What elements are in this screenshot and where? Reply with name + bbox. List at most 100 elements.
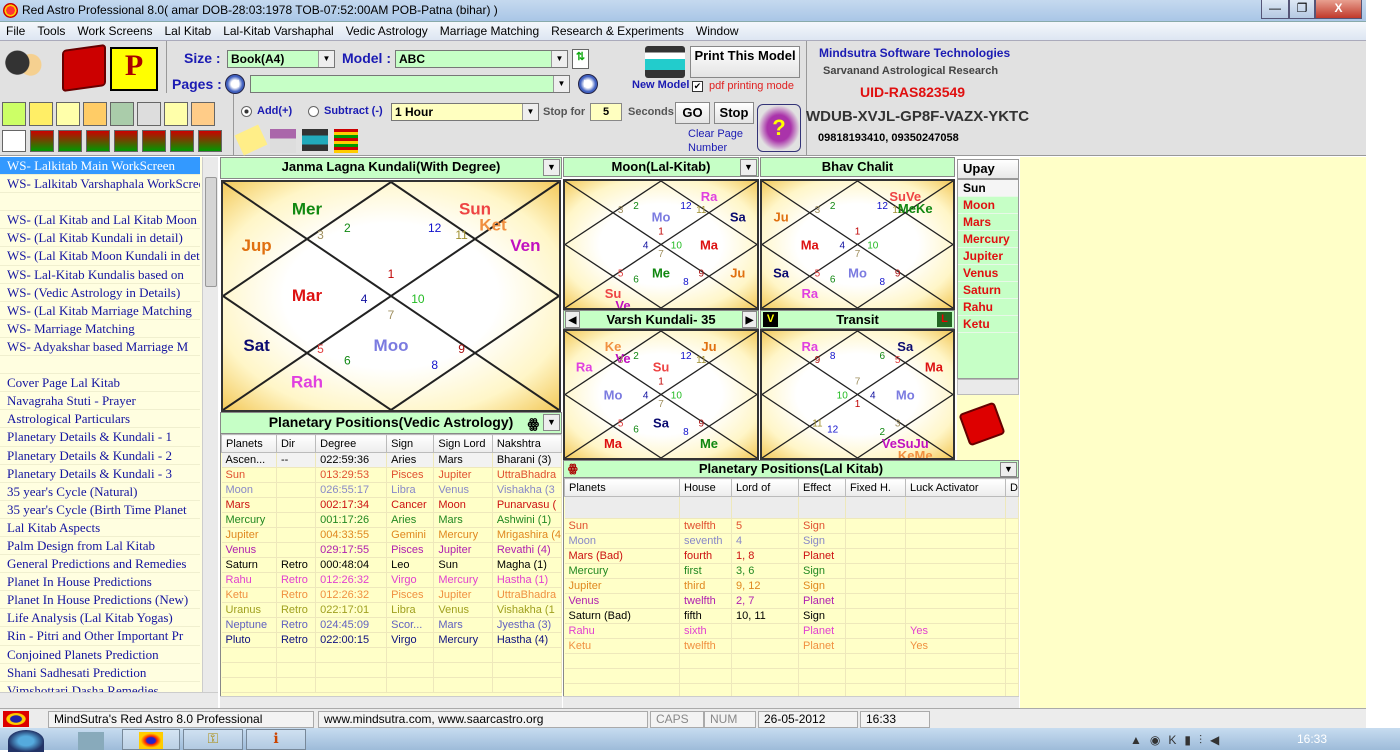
column-header[interactable]: House bbox=[680, 479, 732, 497]
planet-label[interactable]: Mo bbox=[604, 388, 623, 403]
vedic-toggle[interactable]: V bbox=[763, 312, 778, 327]
sidebar-item[interactable]: Planetary Details & Kundali - 1 bbox=[0, 428, 200, 446]
planet-label[interactable]: Ve bbox=[615, 298, 630, 310]
table-row[interactable]: KetutwelfthPlanetYes bbox=[565, 639, 1019, 654]
table-row[interactable]: Venustwelfth2, 7Planet bbox=[565, 594, 1019, 609]
screen-3-icon[interactable] bbox=[86, 130, 110, 152]
table-row[interactable]: RahuRetro012:26:32VirgoMercuryHastha (1) bbox=[222, 573, 562, 588]
print-model-button[interactable]: Print This Model bbox=[690, 46, 800, 78]
chevron-down-icon[interactable]: ▼ bbox=[543, 414, 560, 431]
screen-2-icon[interactable] bbox=[58, 130, 82, 152]
table-row[interactable]: NeptuneRetro024:45:09Scor...MarsJyestha … bbox=[222, 618, 562, 633]
sidebar-item[interactable]: WS- (Lal Kitab Marriage Matching bbox=[0, 302, 200, 320]
planet-label[interactable]: Ra bbox=[701, 189, 718, 204]
portrait-icon[interactable] bbox=[137, 102, 161, 126]
column-header[interactable]: Fixed H. bbox=[846, 479, 906, 497]
upay-item[interactable]: Mars bbox=[958, 214, 1018, 231]
table-row[interactable]: Moon026:55:17LibraVenusVishakha (3 bbox=[222, 483, 562, 498]
planet-label[interactable]: Ju bbox=[774, 210, 789, 225]
sidebar-item[interactable]: Shani Sadhesati Prediction bbox=[0, 664, 200, 682]
screen-7-icon[interactable] bbox=[198, 130, 222, 152]
upay-item[interactable]: Rahu bbox=[958, 299, 1018, 316]
table-row[interactable]: PlutoRetro022:00:15VirgoMercuryHastha (4… bbox=[222, 633, 562, 648]
globe-icon[interactable] bbox=[110, 102, 134, 126]
planet-label[interactable]: Ju bbox=[701, 339, 716, 354]
sidebar-item[interactable]: Conjoined Planets Prediction bbox=[0, 646, 200, 664]
next-year-icon[interactable]: ▶ bbox=[742, 311, 757, 328]
menu-marriage-matching[interactable]: Marriage Matching bbox=[434, 22, 545, 41]
planet-label[interactable]: Ra bbox=[801, 339, 818, 354]
add-radio[interactable] bbox=[241, 106, 252, 117]
pages-select[interactable]: ▼ bbox=[250, 75, 570, 93]
janma-kundali-chart[interactable]: 12Mer3Jup4Mar5Sat6Rah7Moo891011Ven12SunK… bbox=[221, 180, 561, 412]
refresh-model-icon[interactable]: ⇅ bbox=[572, 49, 589, 69]
sidebar-item[interactable]: WS- (Lal Kitab Kundali in detail) bbox=[0, 229, 200, 247]
align-icon[interactable] bbox=[2, 130, 26, 152]
menu-tools[interactable]: Tools bbox=[31, 22, 71, 41]
sidebar-item[interactable]: Planetary Details & Kundali - 2 bbox=[0, 447, 200, 465]
planet-label[interactable]: Me bbox=[652, 265, 670, 280]
sidebar-item[interactable]: Rin - Pitri and Other Important Pr bbox=[0, 627, 200, 645]
screen-4-icon[interactable] bbox=[114, 130, 138, 152]
prev-page-icon[interactable]: ◀ bbox=[225, 74, 245, 94]
prev-year-icon[interactable]: ◀ bbox=[565, 311, 580, 328]
upay-item[interactable]: Jupiter bbox=[958, 248, 1018, 265]
upay-scrollbar[interactable] bbox=[957, 379, 1019, 395]
planet-label[interactable]: MeKe bbox=[898, 201, 933, 216]
table-row[interactable]: KetuRetro012:26:32PiscesJupiterUttraBhad… bbox=[222, 588, 562, 603]
size-select[interactable]: Book(A4)▼ bbox=[227, 50, 335, 68]
planet-label[interactable]: Mar bbox=[292, 286, 323, 305]
planet-label[interactable]: Mo bbox=[848, 265, 867, 280]
screen-5-icon[interactable] bbox=[142, 130, 166, 152]
menu-research[interactable]: Research & Experiments bbox=[545, 22, 690, 41]
taskbar-redastro-icon[interactable] bbox=[122, 729, 180, 750]
minimize-button[interactable]: — bbox=[1261, 0, 1289, 19]
menu-window[interactable]: Window bbox=[690, 22, 745, 41]
planet-label[interactable]: Ra bbox=[576, 360, 593, 375]
menu-vedic-astrology[interactable]: Vedic Astrology bbox=[340, 22, 434, 41]
vedic-hscrollbar[interactable] bbox=[220, 696, 562, 708]
table-row[interactable]: RahusixthPlanetYes bbox=[565, 624, 1019, 639]
planet-label[interactable]: Sa bbox=[653, 415, 670, 430]
print-page-icon[interactable] bbox=[270, 129, 296, 153]
start-button[interactable] bbox=[8, 730, 44, 752]
planet-label[interactable]: Sat bbox=[243, 336, 270, 355]
sidebar-item[interactable]: Navagraha Stuti - Prayer bbox=[0, 392, 200, 410]
sidebar-item[interactable]: WS- Lalkitab Main WorkScreen bbox=[0, 157, 200, 175]
table-row[interactable]: Mars002:17:34CancerMoonPunarvasu ( bbox=[222, 498, 562, 513]
planet-label[interactable]: Mo bbox=[652, 210, 671, 225]
planet-label[interactable]: Ma bbox=[925, 360, 944, 375]
upay-item[interactable]: Moon bbox=[958, 197, 1018, 214]
system-tray-icons[interactable]: ▲◉K▮⫶◀ bbox=[1130, 733, 1227, 748]
sidebar-item[interactable]: WS- Adyakshar based Marriage M bbox=[0, 338, 200, 356]
planet-label[interactable]: Sa bbox=[897, 339, 914, 354]
varsh-kundali-chart[interactable]: 1Su2KeVe3Ra4Mo56Ma7Sa8Me9101112Ju bbox=[563, 329, 759, 460]
print-preview-icon[interactable]: P bbox=[110, 47, 158, 91]
list-icon[interactable] bbox=[56, 102, 80, 126]
table-row[interactable]: SaturnRetro000:48:04LeoSunMagha (1) bbox=[222, 558, 562, 573]
planet-label[interactable]: Su bbox=[653, 360, 670, 375]
new-model-link[interactable]: New Model bbox=[632, 79, 689, 91]
screen-1-icon[interactable] bbox=[30, 130, 54, 152]
bhav-chalit-chart[interactable]: 123Ju4Ma5Sa6Ra7Mo89101112SuVeMeKe bbox=[760, 179, 955, 310]
sidebar-item[interactable]: WS- Lalkitab Varshaphala WorkScreen bbox=[0, 175, 200, 193]
planet-label[interactable]: Jup bbox=[241, 236, 271, 255]
sidebar-item[interactable]: 35 year's Cycle (Birth Time Planet bbox=[0, 501, 200, 519]
upay-item[interactable]: Saturn bbox=[958, 282, 1018, 299]
red-book-icon[interactable] bbox=[62, 44, 106, 92]
menu-file[interactable]: File bbox=[0, 22, 31, 41]
pdf-mode-checkbox[interactable]: ✔ bbox=[692, 81, 703, 92]
sidebar-item[interactable]: Planet In House Predictions bbox=[0, 573, 200, 591]
printer-2-icon[interactable] bbox=[302, 129, 328, 151]
sidebar-item[interactable]: Astrological Particulars bbox=[0, 410, 200, 428]
user-profile-icon[interactable] bbox=[2, 45, 46, 89]
table-row[interactable]: Saturn (Bad)fifth10, 11Sign bbox=[565, 609, 1019, 624]
sidebar-item[interactable] bbox=[0, 356, 200, 374]
column-header[interactable]: Planets bbox=[565, 479, 680, 497]
taskbar-app-pen-icon[interactable] bbox=[78, 732, 104, 750]
planet-label[interactable]: KeMe bbox=[898, 448, 933, 460]
sidebar-item[interactable]: WS- (Lal Kitab and Lal Kitab Moon bbox=[0, 211, 200, 229]
planet-label[interactable]: Ven bbox=[510, 236, 540, 255]
next-page-icon[interactable]: ▶ bbox=[578, 74, 598, 94]
planet-label[interactable]: Rah bbox=[291, 373, 323, 392]
